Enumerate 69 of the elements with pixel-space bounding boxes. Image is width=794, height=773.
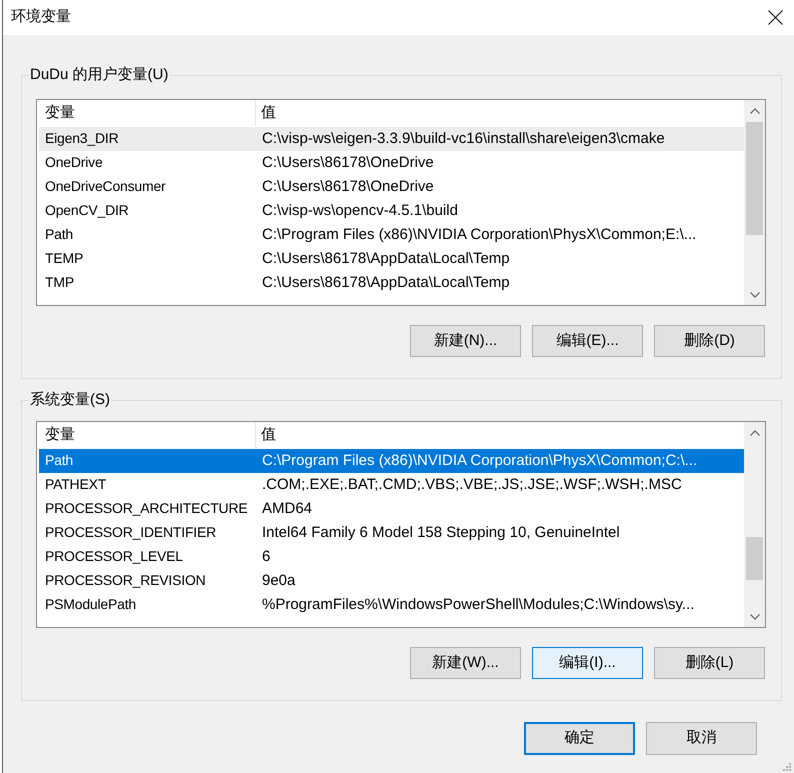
variable-value-cell-text: C:\visp-ws\eigen-3.3.9\build-vc16\install\share\eigen3\cmake — [261, 128, 665, 149]
column-header[interactable]: 值 — [256, 100, 744, 126]
dialog-button[interactable]: 新建(W)... — [410, 647, 521, 679]
variable-value-cell-text: C:\Program Files (x86)\NVIDIA Corporation\PhysX\Common;E:\... — [261, 224, 696, 245]
variable-name-cell: OneDriveConsumer — [45, 178, 166, 194]
variable-name-cell: PROCESSOR_IDENTIFIER — [45, 524, 216, 540]
variables-list[interactable] — [36, 421, 766, 628]
variable-value-cell-text: .COM;.EXE;.BAT;.CMD;.VBS;.VBE;.JS;.JSE;.WSF;.WSH;.MSC — [261, 474, 682, 495]
variable-name-cell: PROCESSOR_REVISION — [45, 572, 206, 588]
list-row[interactable]: PSModulePath %ProgramFiles%\WindowsPowerShell\Modules;C:\Windows\sy... — [39, 593, 744, 617]
variable-name-cell: PSModulePath — [45, 596, 136, 612]
variable-name-cell: PROCESSOR_ARCHITECTURE — [45, 500, 248, 516]
list-row[interactable]: PROCESSOR_LEVEL 6 — [39, 545, 744, 569]
list-row[interactable]: PROCESSOR_IDENTIFIER Intel64 Family 6 Model 158 Stepping 10, GenuineIntel — [39, 521, 744, 545]
list-row[interactable]: TMP C:\Users\86178\AppData\Local\Temp — [39, 271, 744, 295]
column-header[interactable]: 变量 — [37, 100, 256, 126]
list-row[interactable]: Path C:\Program Files (x86)\NVIDIA Corporation\PhysX\Common;C:\... — [39, 449, 744, 473]
dialog-button[interactable]: 确定 — [524, 722, 635, 755]
variables-list[interactable] — [36, 99, 766, 306]
scrollbar-thumb[interactable] — [746, 537, 763, 580]
dialog-button[interactable]: 编辑(I)... — [532, 647, 643, 679]
variable-name-cell: PROCESSOR_LEVEL — [45, 548, 183, 564]
list-row[interactable]: PROCESSOR_ARCHITECTURE AMD64 — [39, 497, 744, 521]
column-header[interactable]: 变量 — [37, 422, 256, 448]
list-row[interactable]: OneDrive C:\Users\86178\OneDrive — [39, 151, 744, 175]
variable-value-cell-text: %ProgramFiles%\WindowsPowerShell\Modules;C:\Windows\sy... — [261, 594, 694, 615]
variable-value-cell-text: C:\Program Files (x86)\NVIDIA Corporation\PhysX\Common;C:\... — [261, 450, 698, 471]
variable-value-cell-text: C:\Users\86178\OneDrive — [261, 176, 434, 197]
scrollbar-thumb[interactable] — [746, 122, 763, 235]
variable-name-cell: Path — [45, 226, 73, 242]
dialog-button[interactable]: 编辑(E)... — [532, 325, 643, 357]
scrollbar[interactable] — [744, 422, 765, 627]
chevron-up-icon[interactable] — [750, 108, 760, 114]
variable-name-cell: Eigen3_DIR — [45, 130, 118, 146]
variable-value-cell-text: C:\visp-ws\opencv-4.5.1\build — [261, 200, 458, 221]
variable-name-cell: PATHEXT — [45, 476, 106, 492]
variable-value-cell-text: C:\Users\86178\OneDrive — [261, 152, 434, 173]
variable-name-cell: TMP — [45, 274, 74, 290]
list-row[interactable]: OpenCV_DIR C:\visp-ws\opencv-4.5.1\build — [39, 199, 744, 223]
chevron-up-icon[interactable] — [750, 430, 760, 436]
window-title: 环境变量 — [11, 7, 71, 28]
list-row[interactable]: TEMP C:\Users\86178\AppData\Local\Temp — [39, 247, 744, 271]
variable-value-cell-text: AMD64 — [261, 498, 312, 519]
group-label: 系统变量(S) — [29, 390, 111, 410]
variable-name-cell: OpenCV_DIR — [45, 202, 129, 218]
scrollbar[interactable] — [744, 100, 765, 305]
variable-value-cell-text: C:\Users\86178\AppData\Local\Temp — [261, 248, 510, 269]
dialog-button[interactable]: 删除(L) — [654, 647, 765, 679]
dialog-button[interactable]: 取消 — [646, 722, 757, 755]
chevron-down-icon[interactable] — [750, 614, 760, 620]
variable-name-cell: Path — [45, 452, 73, 468]
list-row[interactable]: Path C:\Program Files (x86)\NVIDIA Corporation\PhysX\Common;E:\... — [39, 223, 744, 247]
variable-value-cell-text: Intel64 Family 6 Model 158 Stepping 10, GenuineIntel — [261, 522, 620, 543]
chevron-down-icon[interactable] — [750, 292, 760, 298]
list-row[interactable]: PROCESSOR_REVISION 9e0a — [39, 569, 744, 593]
dialog-button[interactable]: 删除(D) — [654, 325, 765, 357]
close-icon[interactable] — [768, 10, 783, 25]
variable-value-cell-text: 9e0a — [261, 570, 296, 591]
variable-name-cell: OneDrive — [45, 154, 103, 170]
variable-value-cell-text: C:\Users\86178\AppData\Local\Temp — [261, 272, 510, 293]
column-header[interactable]: 值 — [256, 422, 744, 448]
variable-value-cell-text: 6 — [261, 546, 270, 567]
list-row[interactable]: OneDriveConsumer C:\Users\86178\OneDrive — [39, 175, 744, 199]
variable-name-cell: TEMP — [45, 250, 84, 266]
resize-grip-icon[interactable] — [782, 762, 791, 771]
dialog-button[interactable]: 新建(N)... — [410, 325, 521, 357]
group-label: DuDu 的用户变量(U) — [29, 65, 170, 85]
list-row[interactable]: Eigen3_DIR C:\visp-ws\eigen-3.3.9\build-vc16\install\share\eigen3\cmake — [39, 127, 744, 151]
list-row[interactable]: PATHEXT .COM;.EXE;.BAT;.CMD;.VBS;.VBE;.JS;.JSE;.WSF;.WSH;.MSC — [39, 473, 744, 497]
